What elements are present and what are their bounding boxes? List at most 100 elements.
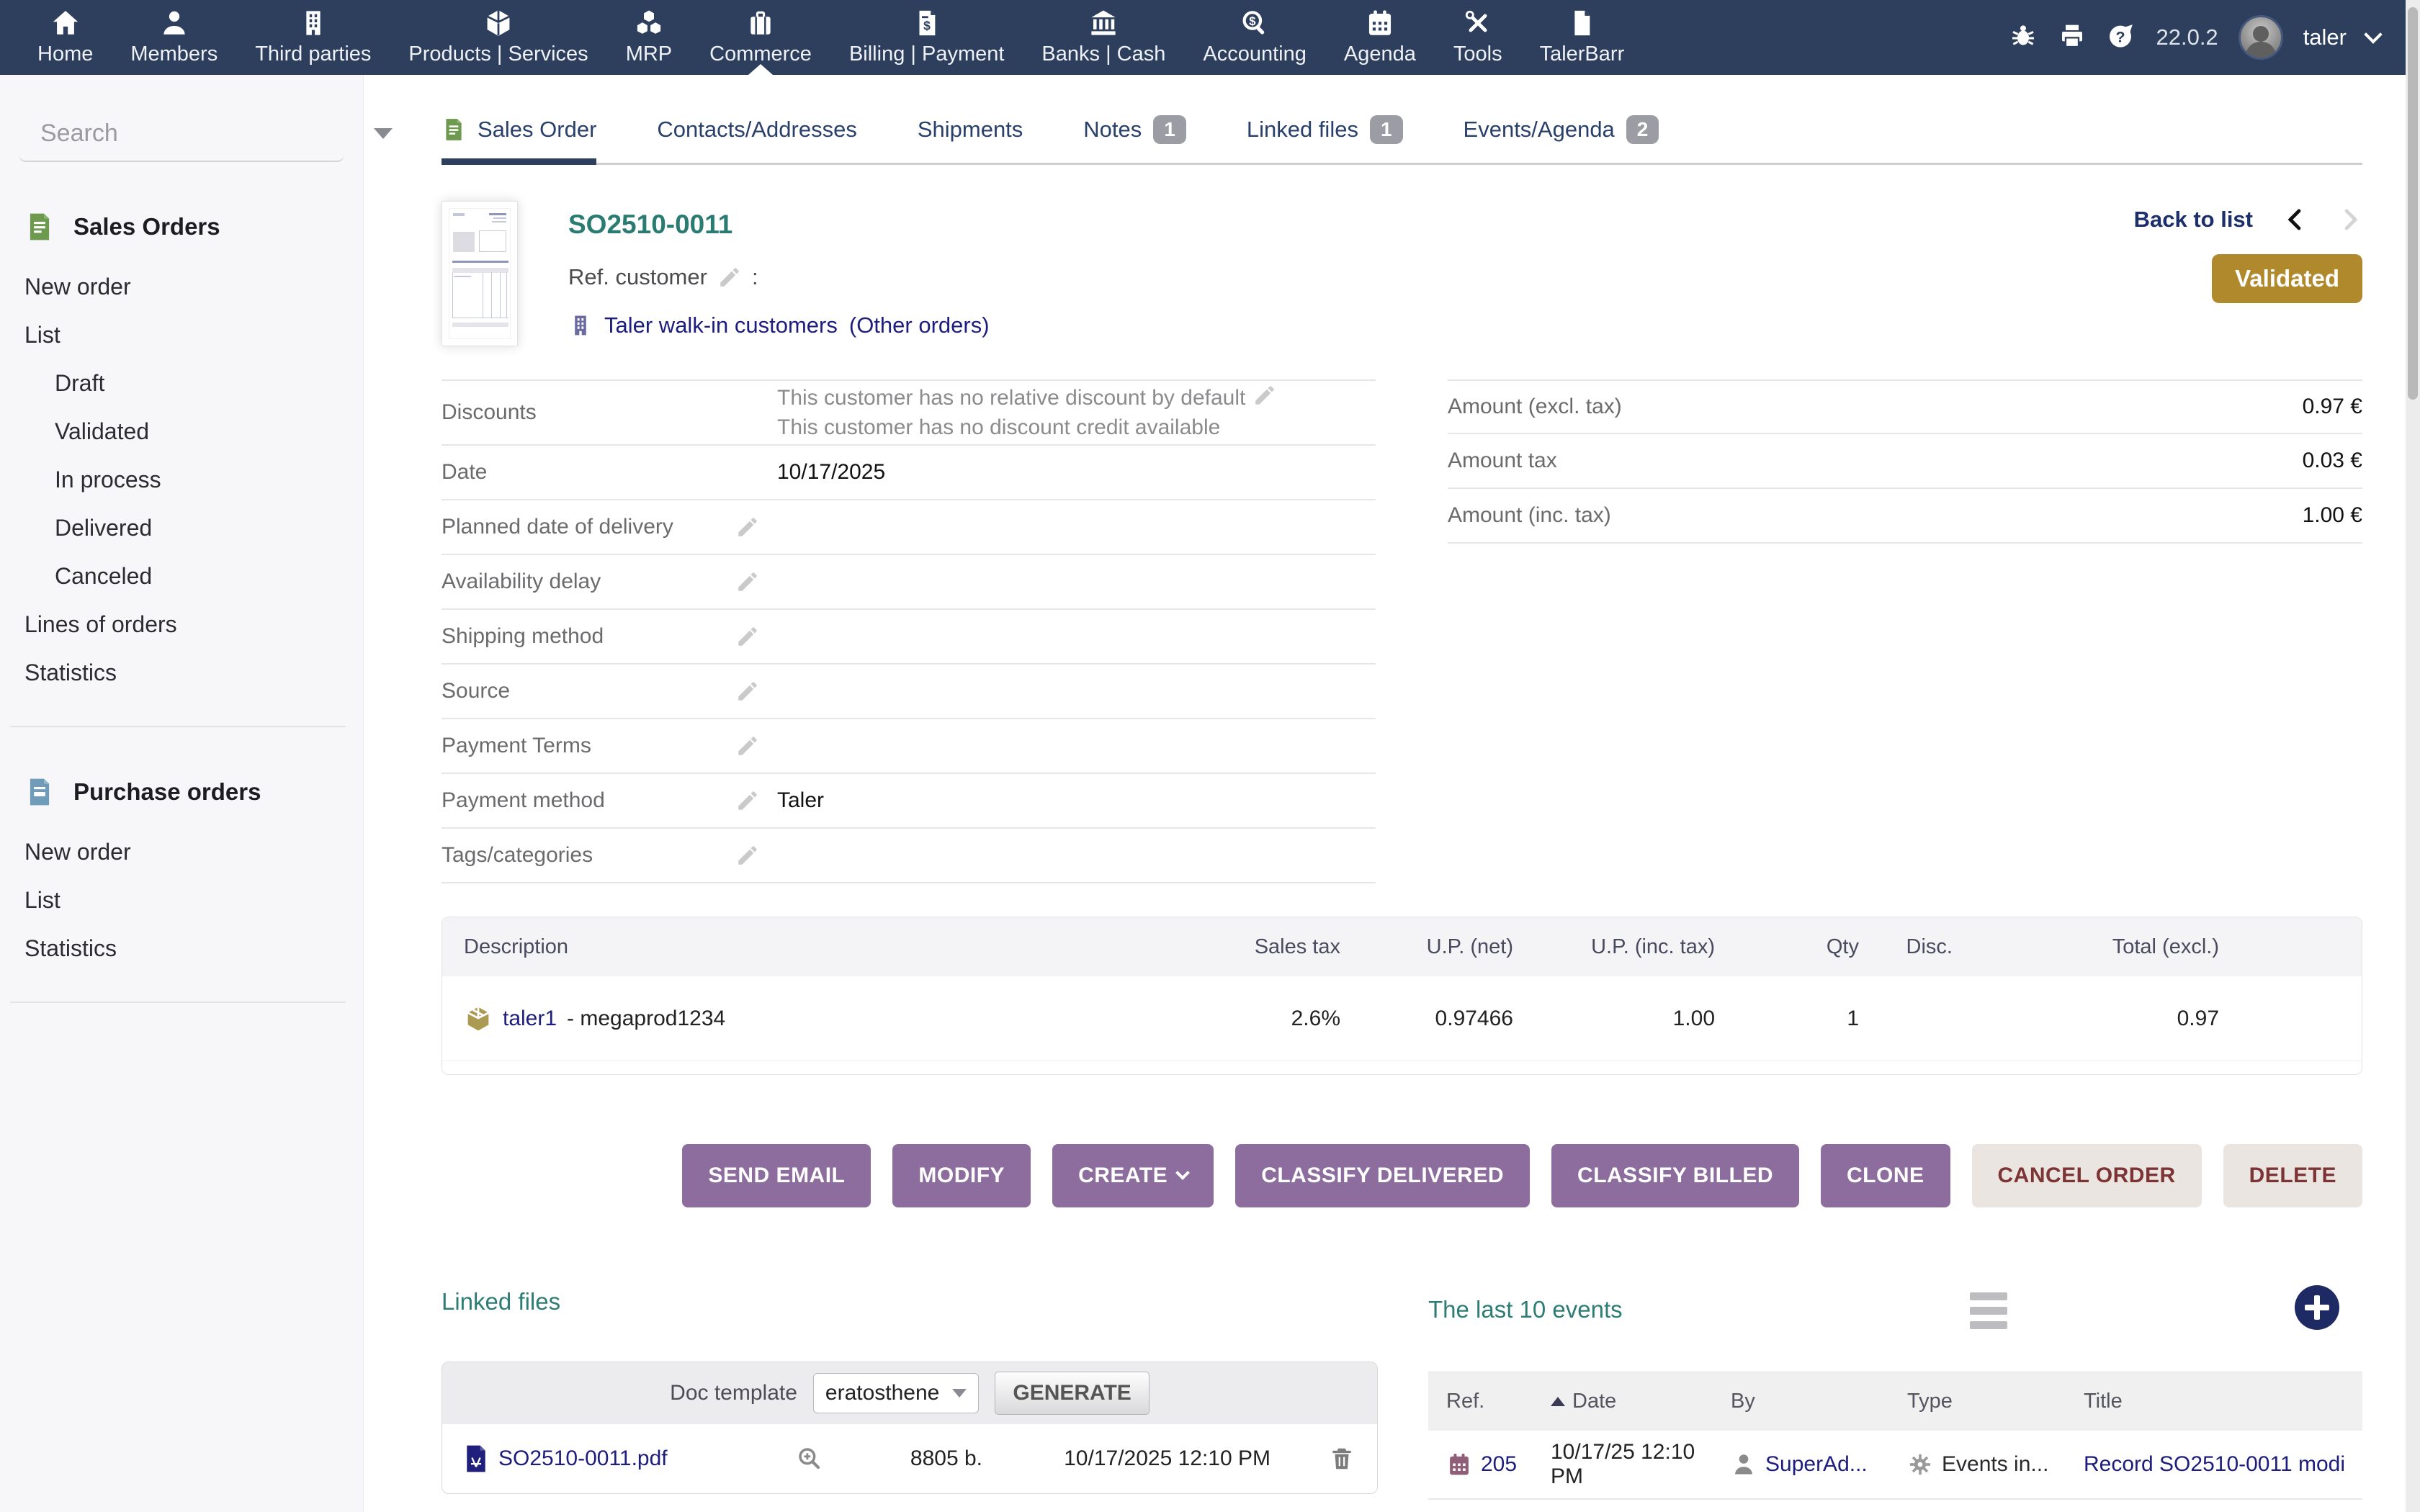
nav-home[interactable]: Home	[19, 0, 112, 75]
left-sidebar: Sales Orders New order List Draft Valida…	[0, 75, 364, 1512]
sidebar-item-statistics[interactable]: Statistics	[0, 649, 363, 697]
list-view-icon[interactable]	[1970, 1292, 2007, 1336]
user-avatar[interactable]	[2238, 15, 2283, 60]
print-icon[interactable]	[2058, 22, 2087, 54]
help-icon[interactable]: ?	[2107, 22, 2136, 54]
sidebar-item-in-process[interactable]: In process	[0, 456, 363, 504]
sidebar-title-purchase-orders[interactable]: Purchase orders	[0, 775, 363, 809]
nav-members[interactable]: Members	[112, 0, 236, 75]
nav-label: TalerBarr	[1540, 42, 1625, 66]
svg-text:?: ?	[2116, 27, 2125, 45]
tab-contacts-addresses[interactable]: Contacts/Addresses	[657, 115, 856, 163]
bug-icon[interactable]	[2009, 22, 2038, 54]
version-label: 22.0.2	[2156, 24, 2218, 50]
user-icon	[1731, 1451, 1757, 1478]
discount-line1: This customer has no relative discount b…	[777, 386, 1245, 410]
previous-record-icon[interactable]	[2283, 207, 2308, 232]
edit-pencil-icon[interactable]	[735, 734, 777, 758]
tab-shipments[interactable]: Shipments	[918, 115, 1023, 163]
user-icon	[159, 7, 189, 38]
sidebar-item-new-order[interactable]: New order	[0, 263, 363, 311]
tab-notes[interactable]: Notes1	[1083, 115, 1186, 163]
nav-talerbarr[interactable]: TalerBarr	[1521, 0, 1644, 75]
back-to-list-link[interactable]: Back to list	[2134, 207, 2253, 233]
trash-icon[interactable]	[1328, 1445, 1355, 1472]
next-record-icon[interactable]	[2338, 207, 2362, 232]
linked-files-count-badge: 1	[1370, 115, 1403, 144]
tab-sales-order[interactable]: Sales Order	[442, 115, 596, 163]
document-preview-thumbnail[interactable]	[442, 201, 518, 346]
bank-icon	[1088, 7, 1119, 38]
clone-button[interactable]: CLONE	[1821, 1144, 1950, 1207]
events-sort-date[interactable]: Date	[1551, 1390, 1731, 1413]
nav-mrp[interactable]: MRP	[607, 0, 691, 75]
edit-pencil-icon[interactable]	[735, 515, 777, 539]
amount-excl-tax-value: 0.97 €	[2303, 395, 2362, 419]
send-email-button[interactable]: SEND EMAIL	[682, 1144, 871, 1207]
sidebar-title-sales-orders[interactable]: Sales Orders	[0, 210, 363, 244]
sidebar-item-po-new-order[interactable]: New order	[0, 828, 363, 876]
product-link[interactable]: taler1	[503, 1007, 557, 1031]
nav-banks-cash[interactable]: Banks | Cash	[1023, 0, 1184, 75]
edit-pencil-icon[interactable]	[1252, 383, 1277, 408]
modify-button[interactable]: MODIFY	[892, 1144, 1031, 1207]
event-user-link[interactable]: SuperAd...	[1731, 1451, 1907, 1478]
classify-billed-button[interactable]: CLASSIFY BILLED	[1551, 1144, 1799, 1207]
create-button[interactable]: CREATE	[1052, 1144, 1214, 1207]
customer-other-orders-link[interactable]: (Other orders)	[849, 312, 990, 338]
nav-products-services[interactable]: Products | Services	[390, 0, 606, 75]
pdf-file-link[interactable]: SO2510-0011.pdf	[464, 1444, 774, 1474]
building-icon	[298, 7, 328, 38]
edit-pencil-icon[interactable]	[735, 843, 777, 868]
customer-link[interactable]: Taler walk-in customers	[604, 312, 838, 338]
edit-pencil-icon[interactable]	[735, 788, 777, 813]
user-menu-name[interactable]: taler	[2303, 24, 2347, 50]
nav-agenda[interactable]: Agenda	[1325, 0, 1435, 75]
preview-zoom-icon[interactable]	[796, 1445, 823, 1472]
nav-billing-payment[interactable]: $ Billing | Payment	[830, 0, 1023, 75]
edit-pencil-icon[interactable]	[735, 624, 777, 649]
purchase-order-doc-icon	[24, 775, 55, 809]
search-input[interactable]	[40, 120, 359, 148]
nav-commerce[interactable]: Commerce	[691, 0, 830, 75]
classify-delivered-button[interactable]: CLASSIFY DELIVERED	[1235, 1144, 1530, 1207]
order-lines-header: Description Sales tax U.P. (net) U.P. (i…	[442, 917, 2362, 976]
sidebar-item-list[interactable]: List	[0, 311, 363, 359]
sidebar-item-validated[interactable]: Validated	[0, 408, 363, 456]
discount-line2: This customer has no discount credit ava…	[777, 415, 1220, 439]
magnifier-dollar-icon: $	[1240, 7, 1270, 38]
sidebar-item-po-list[interactable]: List	[0, 876, 363, 924]
scrollbar-track[interactable]	[2406, 0, 2420, 1512]
event-ref-link[interactable]: 205	[1446, 1451, 1551, 1478]
cube-icon	[483, 7, 514, 38]
sidebar-item-po-statistics[interactable]: Statistics	[0, 924, 363, 973]
chevron-down-icon[interactable]	[2364, 25, 2382, 43]
sidebar-item-lines-of-orders[interactable]: Lines of orders	[0, 600, 363, 649]
field-row-discounts: Discounts This customer has no relative …	[442, 379, 1376, 446]
cancel-order-button[interactable]: CANCEL ORDER	[1972, 1144, 2202, 1207]
tab-linked-files[interactable]: Linked files1	[1247, 115, 1403, 163]
amount-inc-tax-value: 1.00 €	[2303, 503, 2362, 528]
nav-third-parties[interactable]: Third parties	[236, 0, 390, 75]
edit-pencil-icon[interactable]	[735, 679, 777, 703]
nav-tools[interactable]: Tools	[1435, 0, 1521, 75]
tab-events-agenda[interactable]: Events/Agenda2	[1464, 115, 1659, 163]
add-event-button[interactable]	[2295, 1285, 2339, 1330]
sidebar-item-canceled[interactable]: Canceled	[0, 552, 363, 600]
edit-pencil-icon[interactable]	[735, 570, 777, 594]
sidebar-item-draft[interactable]: Draft	[0, 359, 363, 408]
sidebar-item-delivered[interactable]: Delivered	[0, 504, 363, 552]
sort-asc-icon	[1551, 1397, 1565, 1406]
amount-tax-value: 0.03 €	[2303, 449, 2362, 473]
delete-button[interactable]: DELETE	[2223, 1144, 2362, 1207]
scrollbar-thumb[interactable]	[2408, 7, 2418, 400]
doc-template-select[interactable]: eratosthene	[813, 1373, 979, 1413]
file-date: 10/17/2025 12:10 PM	[982, 1446, 1270, 1471]
nav-label: Agenda	[1344, 42, 1416, 66]
edit-pencil-icon[interactable]	[717, 265, 742, 289]
linked-files-section: Linked files Doc template eratosthene GE…	[442, 1288, 1378, 1500]
generate-button[interactable]: GENERATE	[995, 1372, 1149, 1415]
nav-accounting[interactable]: $ Accounting	[1184, 0, 1325, 75]
event-title-link[interactable]: Record SO2510-0011 modifi	[2084, 1452, 2344, 1477]
linked-files-heading: Linked files	[442, 1288, 1378, 1315]
